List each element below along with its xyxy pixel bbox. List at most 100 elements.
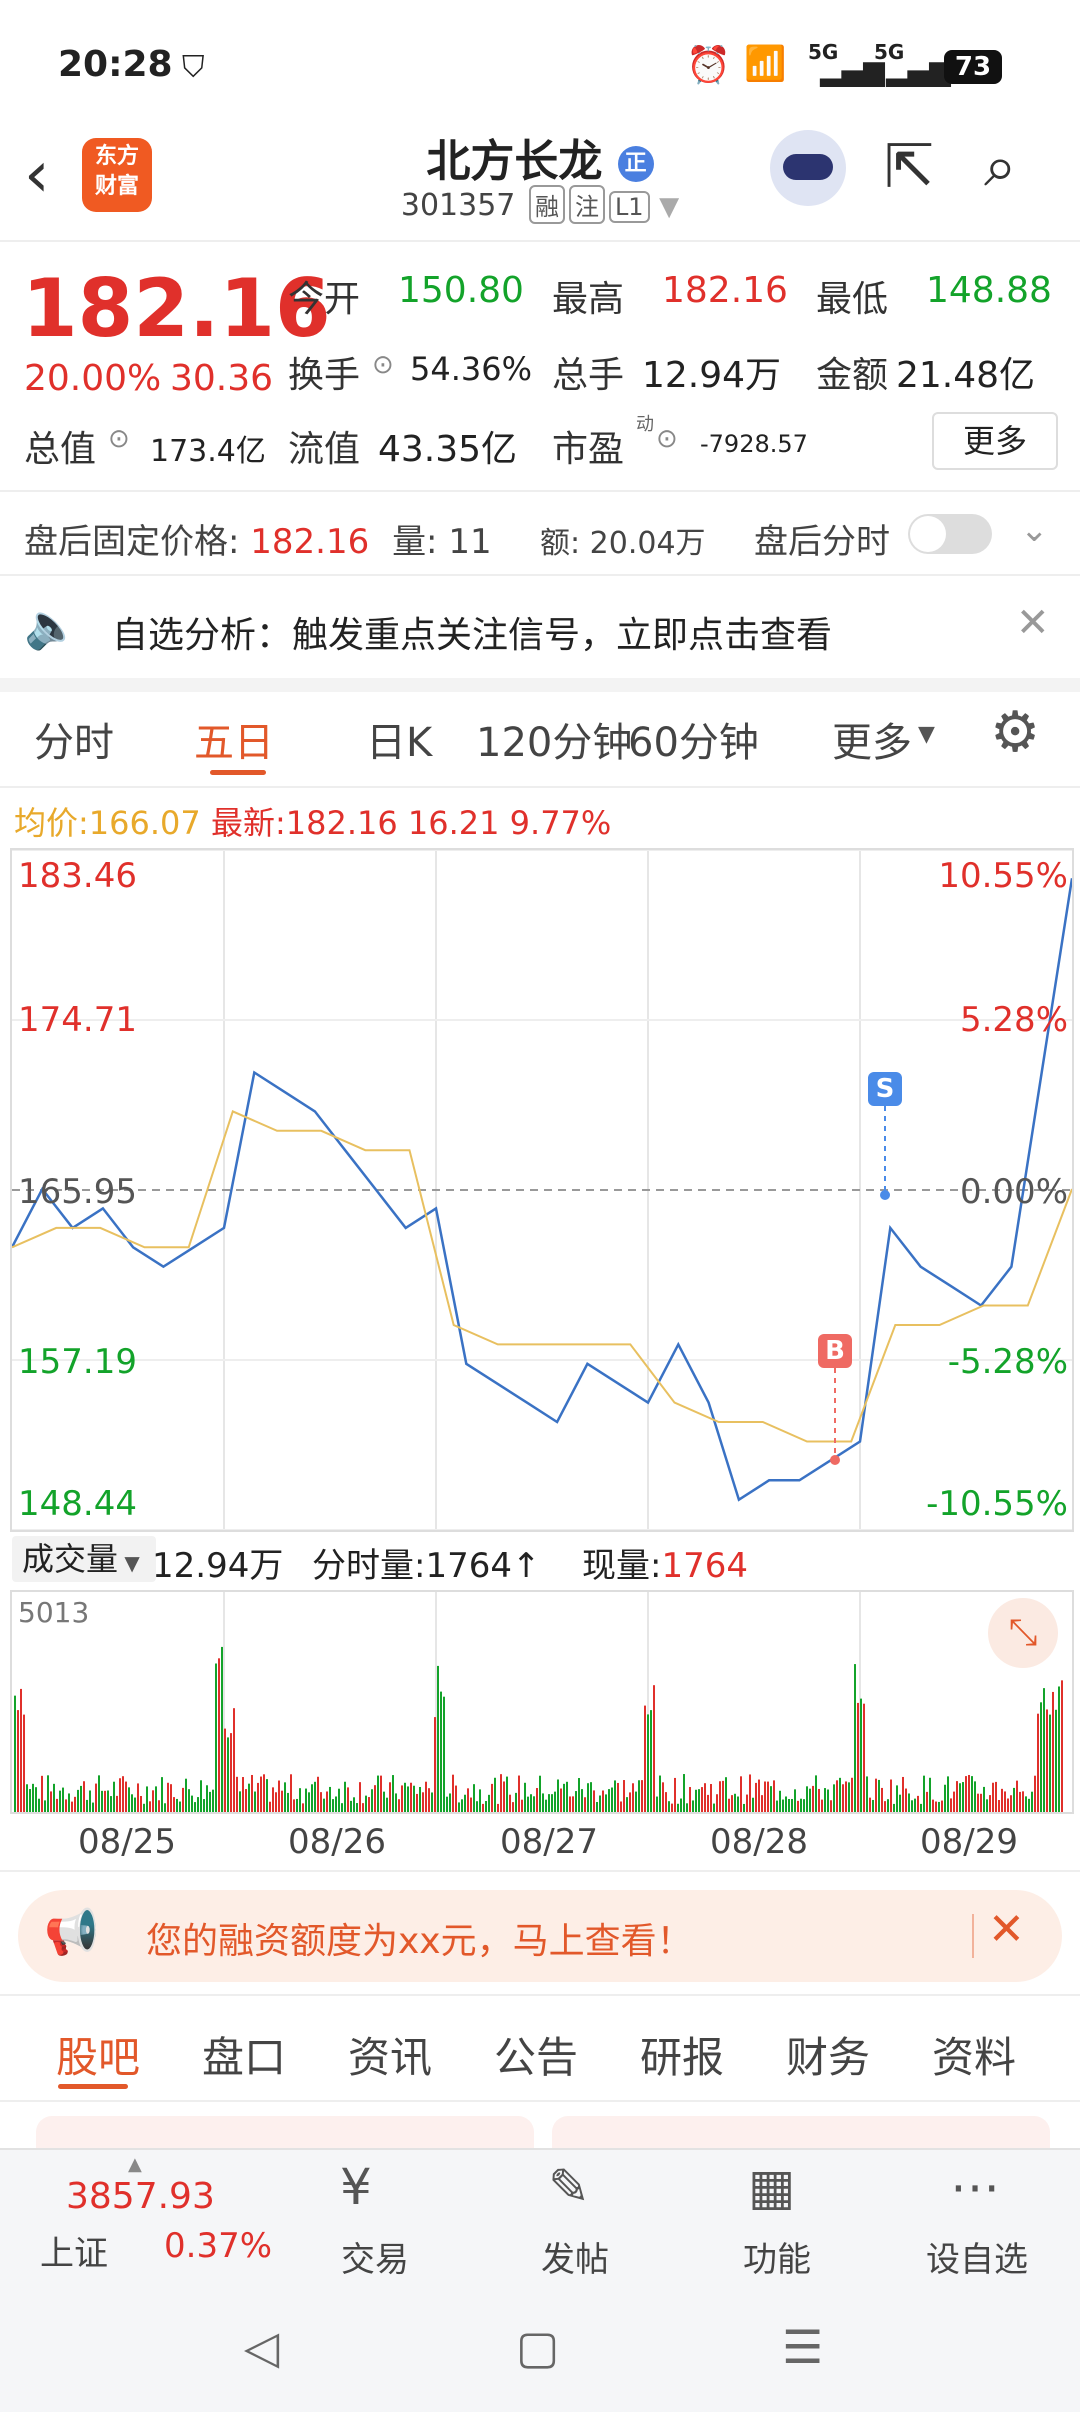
tab-profile[interactable]: 资料 xyxy=(932,2024,1016,2085)
volume-bar xyxy=(797,1800,799,1812)
volume-bar xyxy=(440,1691,442,1812)
float-value: 43.35亿 xyxy=(378,429,518,470)
volume-bar xyxy=(1007,1798,1009,1812)
volume-bar xyxy=(614,1780,616,1812)
nav-trade[interactable]: 交易 xyxy=(310,2232,440,2281)
post-icon[interactable]: ✎ xyxy=(548,2158,590,2216)
volume-bar xyxy=(860,1698,862,1812)
chevron-down-icon[interactable]: ⌄ xyxy=(1020,510,1049,550)
volume-bar xyxy=(968,1774,970,1812)
share-icon[interactable]: ⇱ xyxy=(884,132,934,202)
tab-order-book[interactable]: 盘口 xyxy=(202,2024,286,2085)
volume-bar xyxy=(194,1802,196,1812)
tab-120min[interactable]: 120分钟 xyxy=(476,710,632,768)
info-icon[interactable]: ⊙ xyxy=(108,424,130,454)
volume-bar xyxy=(578,1778,580,1812)
tab-five-day[interactable]: 五日 xyxy=(194,710,274,768)
open-label: 今开 xyxy=(288,279,361,320)
margin-promo-banner[interactable]: 📢 您的融资额度为xx元，马上查看！ ✕ xyxy=(18,1890,1062,1982)
index-value[interactable]: 3857.93 xyxy=(66,2176,215,2217)
volume-bar xyxy=(398,1799,400,1812)
more-dots-icon[interactable]: ⋯ xyxy=(950,2158,1000,2216)
nav-add-watchlist[interactable]: 设自选 xyxy=(912,2232,1042,2281)
nav-menu-icon[interactable]: ☰ xyxy=(782,2320,823,2374)
volume-bar xyxy=(1013,1787,1015,1812)
tab-60min[interactable]: 60分钟 xyxy=(628,710,759,768)
volume-bar xyxy=(845,1781,847,1812)
volume-bar xyxy=(242,1777,244,1812)
volume-bar xyxy=(800,1798,802,1812)
volume-bar xyxy=(515,1792,517,1812)
five-day-chart[interactable]: 183.46 174.71 165.95 157.19 148.44 10.55… xyxy=(10,848,1074,1532)
volume-bar xyxy=(461,1799,463,1812)
average-series-line xyxy=(12,1110,1072,1443)
more-button[interactable]: 更多 xyxy=(932,412,1058,470)
volume-bar xyxy=(239,1791,241,1812)
tab-guba[interactable]: 股吧 xyxy=(56,2024,140,2085)
tab-news[interactable]: 资讯 xyxy=(348,2024,432,2085)
tab-research[interactable]: 研报 xyxy=(640,2024,724,2085)
notice-text[interactable]: 自选分析：触发重点关注信号，立即点击查看 xyxy=(112,606,832,658)
volume-bar xyxy=(563,1783,565,1812)
volume-bar xyxy=(890,1779,892,1812)
amount-label: 金额 xyxy=(816,355,889,396)
index-pct[interactable]: 0.37% xyxy=(164,2226,272,2266)
chevron-down-icon[interactable]: ▼ xyxy=(659,192,679,222)
after-hours-amt: 20.04万 xyxy=(589,526,706,561)
tab-financials[interactable]: 财务 xyxy=(786,2024,870,2085)
volume-bar xyxy=(1055,1709,1057,1812)
volume-bar xyxy=(128,1787,130,1812)
buy-marker[interactable]: B xyxy=(818,1334,852,1368)
info-icon[interactable]: ⊙ xyxy=(656,424,678,454)
divider xyxy=(0,1994,1080,1996)
volume-bar xyxy=(554,1791,556,1812)
robot-assistant-icon[interactable] xyxy=(770,130,846,206)
verified-icon: 正 xyxy=(617,146,654,182)
trade-icon[interactable]: ¥ xyxy=(340,2158,372,2216)
tab-more[interactable]: 更多 xyxy=(832,710,912,768)
volume-bar xyxy=(485,1801,487,1812)
close-icon[interactable]: ✕ xyxy=(988,1904,1025,1955)
volume-bar xyxy=(989,1795,991,1812)
volume-bar xyxy=(254,1791,256,1812)
index-name[interactable]: 上证 xyxy=(40,2226,108,2275)
low-value: 148.88 xyxy=(926,270,1052,311)
volume-bar xyxy=(941,1800,943,1812)
nav-functions[interactable]: 功能 xyxy=(712,2232,842,2281)
volume-bar xyxy=(173,1797,175,1812)
expand-icon[interactable]: ⤡ xyxy=(988,1598,1058,1668)
tab-daily-k[interactable]: 日K xyxy=(366,710,432,768)
volume-bar xyxy=(884,1801,886,1812)
volume-bar xyxy=(275,1792,277,1812)
volume-bar xyxy=(827,1789,829,1812)
volume-bar xyxy=(947,1776,949,1812)
sell-marker[interactable]: S xyxy=(868,1072,902,1106)
volume-bar xyxy=(479,1789,481,1812)
volume-bar xyxy=(623,1780,625,1812)
nav-home-icon[interactable]: ▢ xyxy=(516,2320,559,2374)
close-icon[interactable]: ✕ xyxy=(1016,600,1050,646)
volume-bar xyxy=(65,1799,67,1812)
functions-grid-icon[interactable]: ▦ xyxy=(748,2158,795,2216)
nav-post[interactable]: 发帖 xyxy=(510,2232,640,2281)
volume-bar xyxy=(1031,1791,1033,1812)
volume-bar xyxy=(620,1801,622,1812)
promo-text[interactable]: 您的融资额度为xx元，马上查看！ xyxy=(146,1912,693,1964)
volume-bar xyxy=(233,1708,235,1812)
settings-gear-icon[interactable]: ⚙ xyxy=(990,700,1040,765)
volume-bar xyxy=(548,1794,550,1812)
info-icon[interactable]: ⊙ xyxy=(372,350,394,380)
volume-bar xyxy=(662,1782,664,1812)
search-icon[interactable]: ⌕ xyxy=(984,132,1016,201)
tab-announcements[interactable]: 公告 xyxy=(494,2024,578,2085)
after-hours-toggle[interactable] xyxy=(908,514,992,554)
volume-bar xyxy=(122,1776,124,1812)
volume-label: 总手 xyxy=(552,355,625,396)
volume-bar xyxy=(305,1788,307,1812)
volume-bar xyxy=(1001,1788,1003,1812)
nav-back-icon[interactable]: ◁ xyxy=(244,2320,279,2374)
tab-intraday[interactable]: 分时 xyxy=(34,710,114,768)
volume-bar xyxy=(707,1794,709,1812)
volume-selector[interactable]: 成交量 ▼ xyxy=(12,1536,156,1582)
volume-bar xyxy=(155,1786,157,1812)
